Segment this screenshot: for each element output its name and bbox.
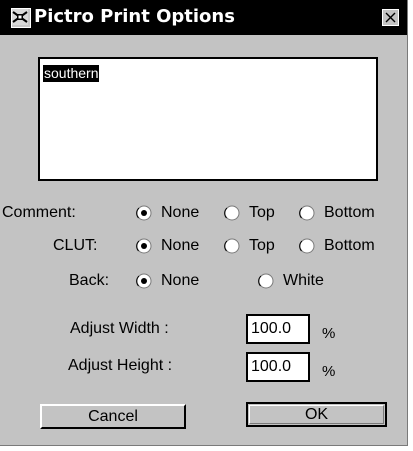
adjust-height-input[interactable]: 100.0 bbox=[246, 352, 310, 382]
comment-none-radio[interactable] bbox=[136, 205, 152, 221]
window-title: Pictro Print Options bbox=[34, 6, 235, 27]
clut-top-label[interactable]: Top bbox=[249, 236, 275, 256]
adjust-width-input[interactable]: 100.0 bbox=[246, 314, 310, 344]
back-white-label[interactable]: White bbox=[283, 271, 324, 291]
adjust-width-unit: % bbox=[322, 325, 336, 342]
clut-none-radio[interactable] bbox=[136, 238, 152, 254]
comment-label: Comment: bbox=[2, 204, 76, 221]
text-field[interactable]: southern bbox=[38, 57, 378, 181]
comment-bottom-label[interactable]: Bottom bbox=[324, 203, 375, 223]
clut-none-label[interactable]: None bbox=[161, 236, 199, 256]
clut-bottom-label[interactable]: Bottom bbox=[324, 236, 375, 256]
adjust-height-unit: % bbox=[322, 363, 336, 380]
close-x-icon[interactable] bbox=[382, 9, 399, 26]
selected-text: southern bbox=[43, 65, 100, 82]
back-none-radio[interactable] bbox=[136, 273, 152, 289]
title-bar[interactable]: Pictro Print Options bbox=[0, 0, 407, 35]
back-white-radio[interactable] bbox=[258, 273, 274, 289]
back-label: Back: bbox=[69, 272, 110, 289]
adjust-height-label: Adjust Height : bbox=[68, 357, 173, 374]
comment-none-label[interactable]: None bbox=[161, 203, 199, 223]
print-options-dialog: Pictro Print Options southern Comment: N… bbox=[0, 0, 408, 446]
clut-top-radio[interactable] bbox=[224, 238, 240, 254]
clut-bottom-radio[interactable] bbox=[299, 238, 315, 254]
clut-label: CLUT: bbox=[53, 237, 98, 254]
comment-top-radio[interactable] bbox=[224, 205, 240, 221]
back-none-label[interactable]: None bbox=[161, 271, 199, 291]
adjust-width-label: Adjust Width : bbox=[70, 320, 169, 337]
ok-button[interactable]: OK bbox=[246, 402, 387, 427]
comment-top-label[interactable]: Top bbox=[249, 203, 275, 223]
ok-button-label: OK bbox=[304, 406, 329, 423]
cancel-button[interactable]: Cancel bbox=[40, 404, 186, 429]
comment-bottom-radio[interactable] bbox=[299, 205, 315, 221]
pictro-app-icon[interactable] bbox=[11, 8, 31, 28]
